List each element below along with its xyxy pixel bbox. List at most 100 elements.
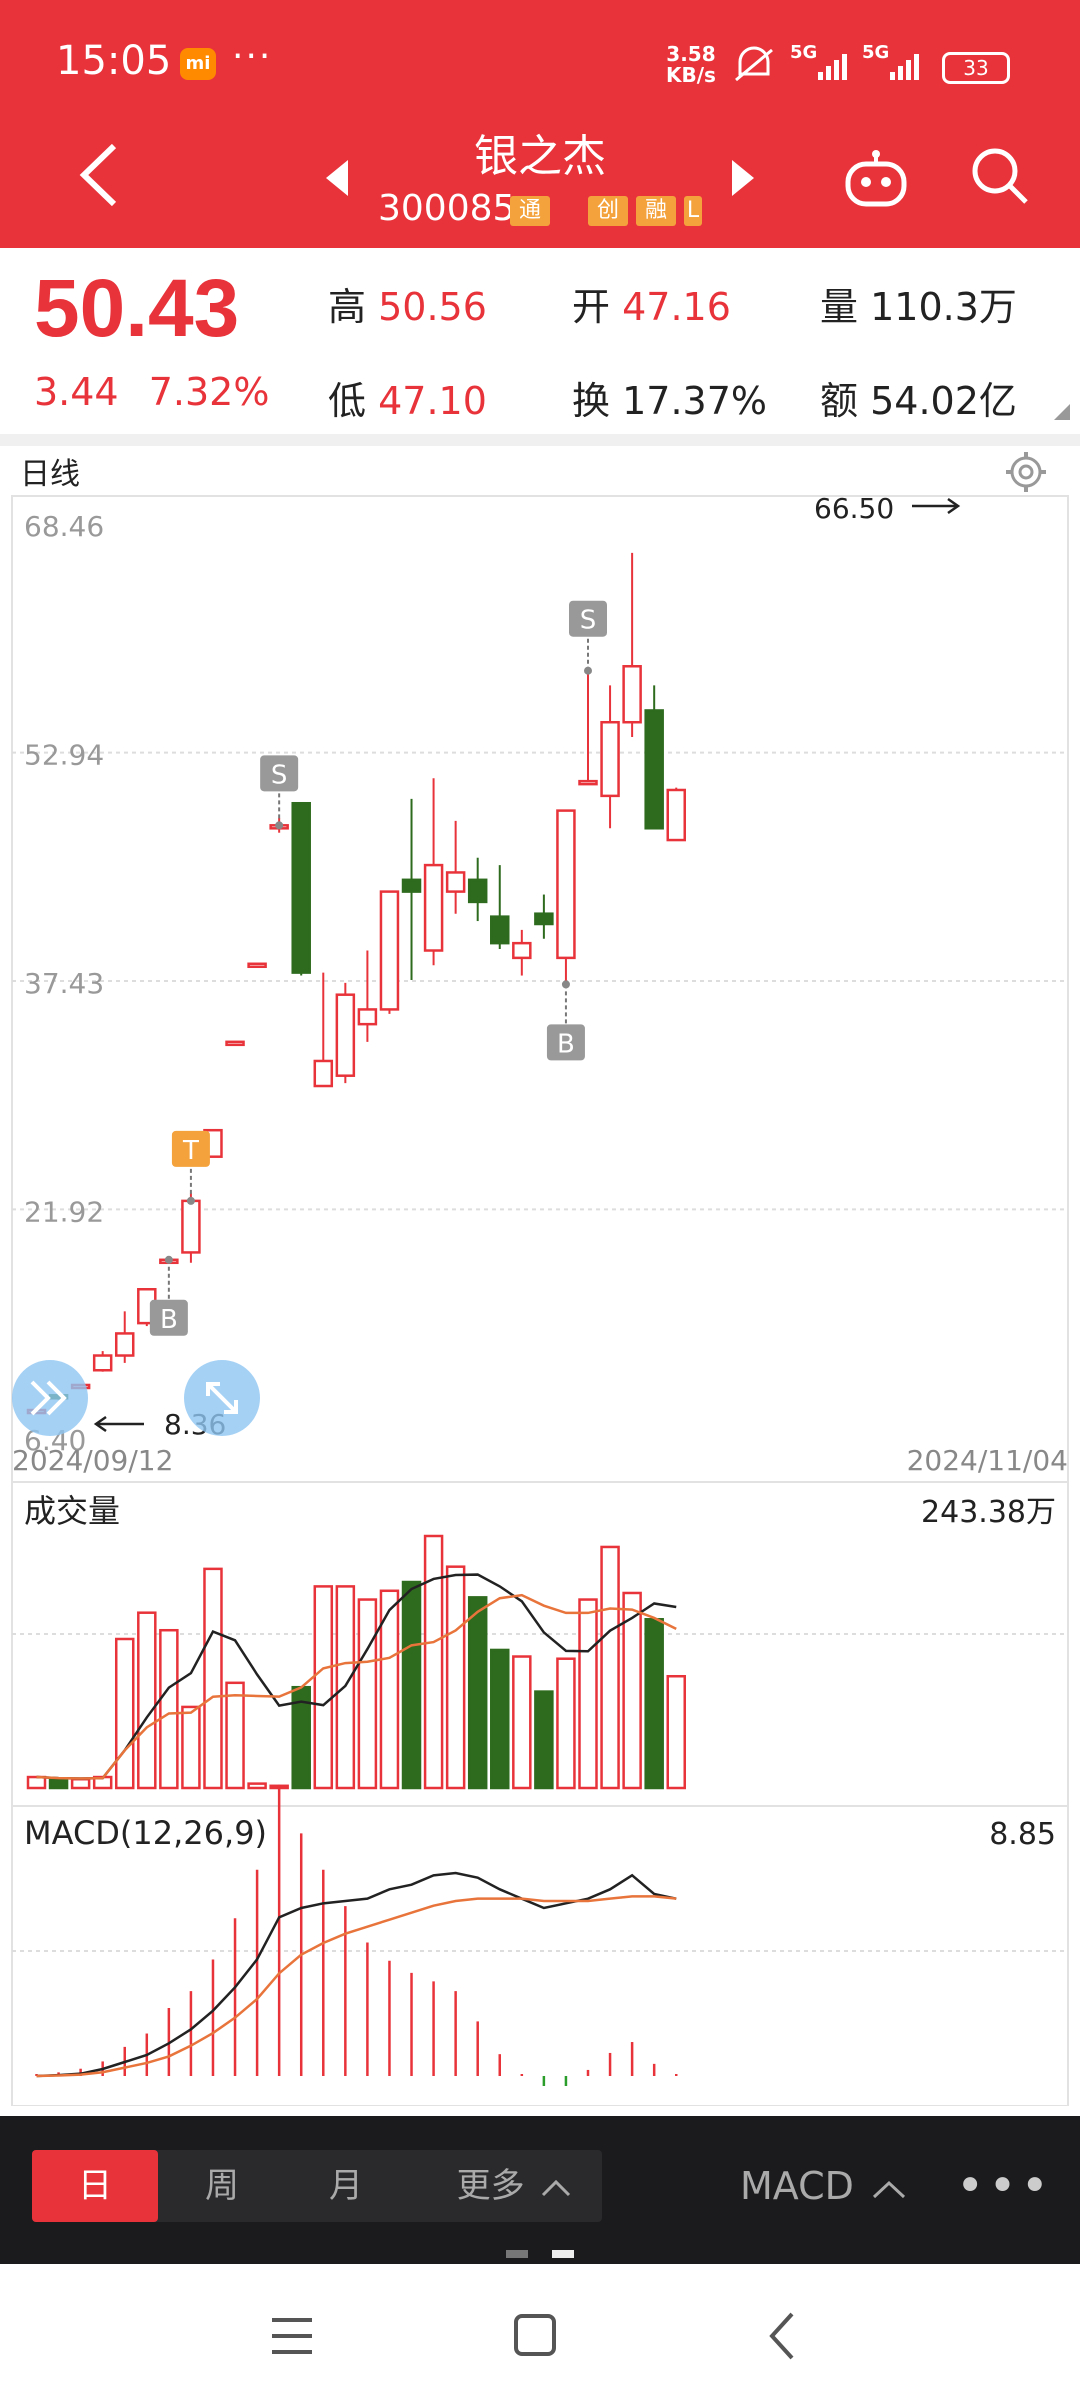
home-icon[interactable] [512, 2312, 560, 2360]
candle-body [401, 878, 422, 893]
turnover-value: 17.37% [622, 379, 768, 423]
volume-bar [313, 1585, 334, 1790]
turnover-label: 换 [572, 379, 611, 423]
volume-title: 成交量 [24, 1492, 120, 1530]
candle [666, 787, 686, 842]
candle-body [490, 915, 510, 945]
candle [556, 809, 576, 985]
candle [379, 890, 400, 1014]
signal-icon-1 [818, 54, 847, 80]
open-value: 47.16 [622, 285, 731, 329]
candle-body [247, 962, 267, 969]
low-label: 低 [328, 379, 367, 423]
price-change: 3.44 7.32% [34, 370, 269, 414]
candle [92, 1351, 113, 1372]
amount-stat: 额 54.02亿 [820, 370, 1017, 425]
volume-bar [70, 1777, 91, 1790]
volume-bar [666, 1674, 686, 1790]
candle-body [335, 993, 356, 1077]
volume-bar [512, 1655, 532, 1790]
signal-label-2: 5G [862, 42, 890, 63]
macd-title: MACD(12,26,9) [24, 1814, 267, 1852]
candle [401, 798, 422, 980]
marker-letter: T [182, 1136, 199, 1166]
candle-body [578, 779, 598, 786]
tab-week[interactable]: 周 [162, 2150, 282, 2222]
candle-body [512, 941, 532, 960]
expand-corner-icon[interactable] [1054, 404, 1070, 420]
tag-chuang: 创 [588, 196, 628, 226]
volume-bar [578, 1598, 598, 1790]
candle-body [114, 1332, 135, 1357]
candle [114, 1311, 135, 1363]
candle [225, 1040, 245, 1047]
prev-stock-button[interactable] [322, 158, 352, 198]
battery-icon: 33 [942, 52, 1010, 84]
kline-y-labels: 68.4652.9437.4321.926.40 [24, 510, 104, 1457]
candle-body [357, 1008, 378, 1026]
volume-bar [181, 1705, 201, 1790]
volume-bar [159, 1628, 179, 1790]
signal-marker: B [546, 980, 585, 1061]
mute-icon [735, 46, 773, 82]
mi-app-icon: mi [180, 48, 216, 80]
tag-l: L [684, 196, 702, 226]
tab-day[interactable]: 日 [32, 2150, 158, 2222]
marker-letter: S [580, 606, 597, 636]
candle [313, 972, 334, 1088]
max-arrow-icon [912, 497, 961, 515]
open-label: 开 [572, 285, 611, 329]
volume-bar [445, 1565, 466, 1790]
marker-letter: B [160, 1305, 178, 1335]
candle-body [556, 809, 576, 960]
next-stock-button[interactable] [728, 158, 758, 198]
settings-gear-icon[interactable] [1006, 452, 1046, 492]
candle-body [313, 1059, 334, 1088]
tab-more-label: 更多 [456, 2166, 525, 2206]
kline-chart-area[interactable]: 日线 68.4652.9437.4321.926.40 STBSB 66.50 … [0, 446, 1080, 2106]
date-start: 2024/09/12 [12, 1444, 173, 1477]
collapse-overlay-button[interactable] [12, 1360, 88, 1436]
volume-max: 243.38万 [921, 1495, 1056, 1530]
search-icon[interactable] [970, 146, 1030, 206]
network-speed: 3.58 KB/s [666, 44, 716, 86]
fullscreen-overlay-button[interactable] [184, 1360, 260, 1436]
marker-dot [275, 821, 284, 830]
robot-assistant-icon[interactable] [844, 148, 908, 208]
volume-bar [401, 1580, 422, 1790]
volume-bar [534, 1690, 554, 1790]
candle [534, 894, 554, 939]
section-divider [0, 434, 1080, 446]
candle [357, 950, 378, 1042]
marker-dot [186, 1196, 195, 1205]
indicator-selector[interactable]: MACD [740, 2150, 910, 2222]
y-axis-label: 21.92 [24, 1195, 104, 1228]
back-nav-icon[interactable] [764, 2310, 800, 2362]
y-axis-label: 52.94 [24, 739, 104, 772]
high-value: 50.56 [378, 285, 487, 329]
volume-bar [467, 1596, 488, 1790]
candle [247, 962, 267, 969]
tag-tong: 通 [510, 196, 550, 226]
high-label: 高 [328, 285, 367, 329]
volume-bar [247, 1782, 267, 1790]
volume-bar [203, 1567, 223, 1790]
volume-bar [114, 1637, 135, 1790]
candle [291, 801, 311, 976]
network-speed-value: 3.58 [666, 42, 716, 66]
back-button[interactable] [70, 140, 124, 210]
volume-label: 量 [820, 285, 859, 329]
candle [445, 820, 466, 914]
y-axis-label: 37.43 [24, 967, 104, 1000]
candle-body [534, 912, 554, 926]
menu-icon[interactable] [268, 2316, 316, 2356]
kline-markers: S T B S B [149, 600, 607, 1336]
tab-more[interactable]: 更多 [430, 2150, 600, 2222]
candle [467, 857, 488, 922]
candle [512, 929, 532, 976]
marker-dot [584, 666, 592, 675]
candle-body [225, 1040, 245, 1047]
tab-month[interactable]: 月 [286, 2150, 406, 2222]
candle-body [291, 801, 311, 974]
more-options-button[interactable]: ••• [956, 2150, 1053, 2222]
